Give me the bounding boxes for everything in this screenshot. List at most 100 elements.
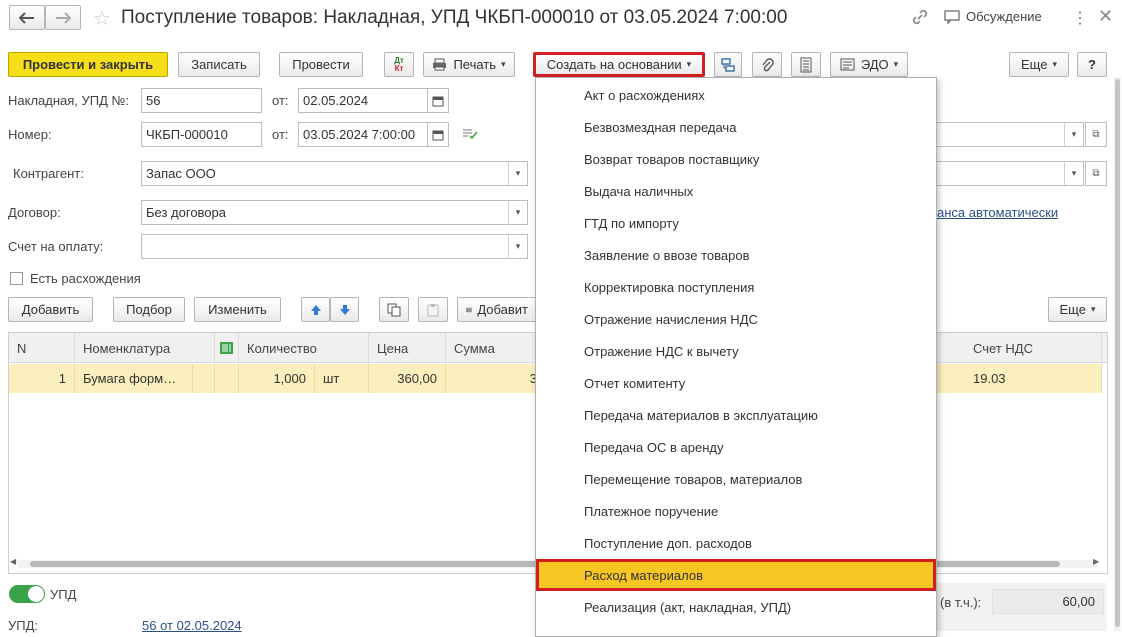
add-barcode-button[interactable]: Добавит bbox=[457, 297, 537, 322]
print-button[interactable]: Печать ▾ bbox=[423, 52, 515, 77]
col-sum[interactable]: Сумма bbox=[446, 333, 546, 363]
structure-button[interactable] bbox=[714, 52, 742, 77]
menu-item[interactable]: Передача ОС в аренду bbox=[536, 431, 936, 463]
more-button[interactable]: Еще ▾ bbox=[1009, 52, 1069, 77]
menu-item[interactable]: Заявление о ввозе товаров bbox=[536, 239, 936, 271]
check-document-icon[interactable] bbox=[462, 128, 478, 143]
cell-unit: шт bbox=[315, 364, 369, 393]
payment-invoice-field[interactable] bbox=[141, 234, 509, 259]
copy-button[interactable] bbox=[379, 297, 409, 322]
cell-sum: 3 bbox=[446, 364, 546, 393]
col-price[interactable]: Цена bbox=[369, 333, 446, 363]
select-button[interactable]: Подбор bbox=[113, 297, 185, 322]
col-n[interactable]: N bbox=[9, 333, 75, 363]
menu-item[interactable]: Расход материалов bbox=[536, 559, 936, 591]
number-date-calendar-button[interactable] bbox=[427, 122, 449, 147]
documents-button[interactable] bbox=[791, 52, 821, 77]
post-button[interactable]: Провести bbox=[279, 52, 363, 77]
col-barcode[interactable] bbox=[215, 333, 239, 363]
change-button[interactable]: Изменить bbox=[194, 297, 281, 322]
right-field-1-dropdown-icon[interactable]: ▾ bbox=[1064, 122, 1084, 147]
right-field-2-dropdown-icon[interactable]: ▾ bbox=[1064, 161, 1084, 186]
scroll-right-icon[interactable]: ▶ bbox=[1093, 557, 1099, 566]
vertical-scrollbar-thumb[interactable] bbox=[1115, 79, 1120, 627]
invoice-number-field[interactable]: 56 bbox=[141, 88, 262, 113]
table-more-button[interactable]: Еще ▾ bbox=[1048, 297, 1107, 322]
invoice-date-field[interactable]: 02.05.2024 bbox=[298, 88, 428, 113]
cell-empty bbox=[193, 364, 215, 393]
menu-item[interactable]: Отражение начисления НДС bbox=[536, 303, 936, 335]
payment-invoice-dropdown-icon[interactable]: ▾ bbox=[508, 234, 528, 259]
cell-n: 1 bbox=[9, 364, 75, 393]
paste-button[interactable] bbox=[418, 297, 448, 322]
right-field-1[interactable] bbox=[935, 122, 1065, 147]
arrow-down-icon bbox=[339, 304, 350, 315]
advance-auto-link[interactable]: анса автоматически bbox=[937, 205, 1058, 220]
number-field[interactable]: ЧКБП-000010 bbox=[141, 122, 262, 147]
post-and-close-button[interactable]: Провести и закрыть bbox=[8, 52, 168, 77]
menu-item[interactable]: Отчет комитенту bbox=[536, 367, 936, 399]
menu-item[interactable]: Акт о расхождениях bbox=[536, 79, 936, 111]
create-based-on-menu: Акт о расхождениях Безвозмездная передача… bbox=[535, 77, 937, 637]
print-label: Печать bbox=[453, 57, 497, 72]
close-icon[interactable]: ✕ bbox=[1098, 6, 1113, 27]
cell-quantity: 1,000 bbox=[239, 364, 315, 393]
contract-label: Договор: bbox=[8, 205, 61, 220]
favorite-star-icon[interactable]: ☆ bbox=[93, 6, 111, 31]
arrow-right-icon bbox=[56, 11, 71, 24]
discussion-label: Обсуждение bbox=[966, 9, 1042, 24]
save-button[interactable]: Записать bbox=[178, 52, 260, 77]
col-nomenclature[interactable]: Номенклатура bbox=[75, 333, 215, 363]
counterparty-field[interactable]: Запас ООО bbox=[141, 161, 509, 186]
create-based-on-label: Создать на основании bbox=[546, 57, 682, 72]
add-row-button[interactable]: Добавить bbox=[8, 297, 93, 322]
move-down-button[interactable] bbox=[330, 297, 359, 322]
menu-item[interactable]: Платежное поручение bbox=[536, 495, 936, 527]
menu-item[interactable]: ГТД по импорту bbox=[536, 207, 936, 239]
caret-down-icon: ▾ bbox=[501, 59, 506, 69]
contract-field[interactable]: Без договора bbox=[141, 200, 509, 225]
attach-button[interactable] bbox=[752, 52, 782, 77]
forward-button[interactable] bbox=[45, 5, 81, 30]
dtkt-button[interactable]: Дт Кт bbox=[384, 52, 414, 77]
back-button[interactable] bbox=[9, 5, 45, 30]
calendar-icon bbox=[432, 96, 444, 106]
menu-item[interactable]: Безвозмездная передача bbox=[536, 111, 936, 143]
discussion-button[interactable]: Обсуждение bbox=[944, 9, 1042, 24]
upd-toggle[interactable] bbox=[9, 585, 45, 603]
create-based-on-button[interactable]: Создать на основании ▾ bbox=[533, 52, 705, 77]
invoice-number-label: Накладная, УПД №: bbox=[8, 93, 130, 108]
list-document-icon bbox=[800, 57, 812, 72]
number-date-field[interactable]: 03.05.2024 7:00:00 bbox=[298, 122, 428, 147]
menu-item[interactable]: Корректировка поступления bbox=[536, 271, 936, 303]
link-icon[interactable] bbox=[911, 8, 929, 29]
vertical-scrollbar[interactable] bbox=[1114, 77, 1121, 631]
caret-down-icon: ▾ bbox=[893, 59, 899, 69]
menu-item[interactable]: Отражение НДС к вычету bbox=[536, 335, 936, 367]
chat-icon bbox=[944, 9, 960, 24]
invoice-date-calendar-button[interactable] bbox=[427, 88, 449, 113]
col-vat-account[interactable]: Счет НДС bbox=[965, 333, 1102, 363]
arrow-left-icon bbox=[19, 11, 34, 24]
menu-item[interactable]: Возврат товаров поставщику bbox=[536, 143, 936, 175]
edo-button[interactable]: ЭДО ▾ bbox=[830, 52, 908, 77]
scroll-left-icon[interactable]: ◀ bbox=[10, 557, 16, 566]
col-quantity[interactable]: Количество bbox=[239, 333, 369, 363]
more-menu-icon[interactable]: ⋮ bbox=[1072, 8, 1088, 28]
table-more-label: Еще bbox=[1059, 302, 1086, 317]
contract-dropdown-icon[interactable]: ▾ bbox=[508, 200, 528, 225]
menu-item[interactable]: Поступление доп. расходов bbox=[536, 527, 936, 559]
discrepancy-checkbox[interactable] bbox=[10, 272, 23, 285]
menu-item[interactable]: Выдача наличных bbox=[536, 175, 936, 207]
right-field-2[interactable] bbox=[935, 161, 1065, 186]
vat-value-field: 60,00 bbox=[992, 589, 1104, 614]
right-field-2-open-icon[interactable]: ⧉ bbox=[1085, 161, 1107, 186]
counterparty-dropdown-icon[interactable]: ▾ bbox=[508, 161, 528, 186]
menu-item[interactable]: Передача материалов в эксплуатацию bbox=[536, 399, 936, 431]
menu-item[interactable]: Перемещение товаров, материалов bbox=[536, 463, 936, 495]
menu-item[interactable]: Реализация (акт, накладная, УПД) bbox=[536, 591, 936, 623]
right-field-1-open-icon[interactable]: ⧉ bbox=[1085, 122, 1107, 147]
vat-label: (в т.ч.): bbox=[940, 595, 982, 610]
help-button[interactable]: ? bbox=[1077, 52, 1107, 77]
move-up-button[interactable] bbox=[301, 297, 330, 322]
